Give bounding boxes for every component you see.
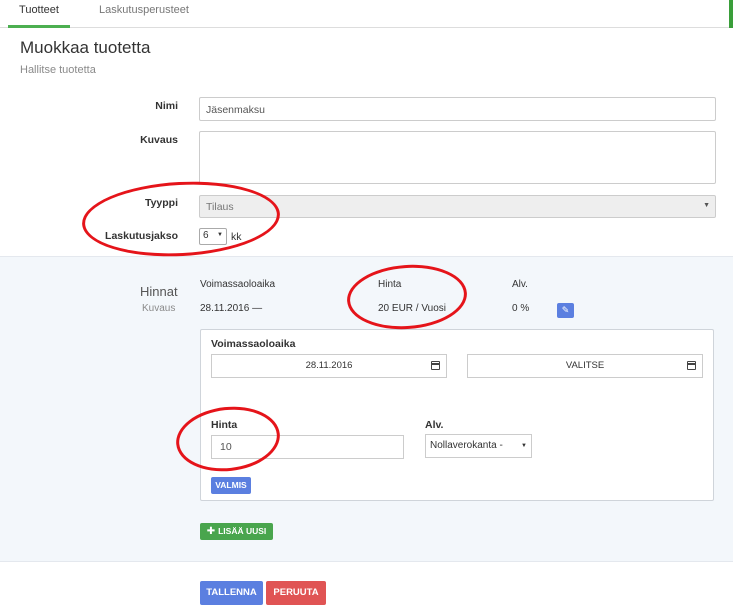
cancel-button[interactable]: PERUUTA bbox=[266, 581, 326, 605]
kuvaus-label: Kuvaus bbox=[140, 134, 178, 146]
price-row-vat: 0 % bbox=[512, 303, 530, 314]
chevron-down-icon: ▼ bbox=[217, 232, 223, 238]
save-button[interactable]: TALLENNA bbox=[200, 581, 263, 605]
tab-laskutusperusteet[interactable]: Laskutusperusteet bbox=[88, 0, 200, 28]
chevron-down-icon: ▼ bbox=[703, 202, 710, 209]
price-input[interactable]: 10 bbox=[211, 435, 404, 459]
start-date-value: 28.11.2016 bbox=[305, 360, 353, 371]
tab-bar: Tuotteet Laskutusperusteet bbox=[0, 0, 733, 28]
col-validity: Voimassaoloaika bbox=[200, 279, 276, 290]
annotation-circle-type bbox=[80, 176, 282, 262]
laskutusjakso-value: 6 bbox=[203, 230, 209, 241]
vat-select[interactable]: Nollaverokanta - ▼ bbox=[425, 434, 532, 458]
tyyppi-select[interactable]: Tilaus ▼ bbox=[199, 195, 716, 218]
chevron-down-icon: ▼ bbox=[521, 443, 527, 449]
edit-price-button[interactable]: ✎ bbox=[557, 303, 574, 318]
plus-icon: ✚ bbox=[206, 526, 216, 537]
col-vat: Alv. bbox=[512, 279, 528, 290]
calendar-icon[interactable] bbox=[687, 361, 696, 370]
edit-icon: ✎ bbox=[561, 305, 570, 315]
page-title: Muokkaa tuotetta bbox=[20, 38, 151, 57]
nimi-label: Nimi bbox=[155, 100, 178, 112]
prices-subtitle: Kuvaus bbox=[142, 303, 176, 314]
price-row-validity: 28.11.2016 — bbox=[200, 303, 263, 314]
laskutusjakso-label: Laskutusjakso bbox=[105, 230, 178, 242]
end-date-input[interactable]: VALITSE bbox=[467, 354, 703, 378]
done-button[interactable]: VALMIS bbox=[211, 477, 251, 494]
tab-tuotteet[interactable]: Tuotteet bbox=[8, 0, 70, 28]
accent-bar bbox=[729, 0, 733, 28]
editor-price-label: Hinta bbox=[211, 419, 238, 431]
editor-vat-label: Alv. bbox=[425, 419, 444, 431]
end-date-value: VALITSE bbox=[565, 360, 605, 371]
calendar-icon[interactable] bbox=[431, 361, 440, 370]
nimi-input[interactable]: Jäsenmaksu bbox=[199, 97, 716, 121]
prices-title: Hinnat bbox=[140, 284, 178, 299]
kuvaus-textarea[interactable] bbox=[199, 131, 716, 184]
laskutusjakso-unit: kk bbox=[231, 231, 242, 243]
add-price-label: LISÄÄ UUSI bbox=[218, 526, 267, 536]
vat-select-value: Nollaverokanta - bbox=[430, 440, 503, 451]
add-price-button[interactable]: ✚ LISÄÄ UUSI bbox=[200, 523, 273, 540]
start-date-input[interactable]: 28.11.2016 bbox=[211, 354, 447, 378]
editor-validity-label: Voimassaoloaika bbox=[211, 338, 296, 350]
laskutusjakso-select[interactable]: 6 ▼ bbox=[199, 228, 227, 245]
tyyppi-value: Tilaus bbox=[206, 201, 234, 213]
tyyppi-label: Tyyppi bbox=[144, 197, 178, 209]
page-subtitle: Hallitse tuotetta bbox=[20, 64, 96, 76]
price-row-price: 20 EUR / Vuosi bbox=[378, 303, 446, 314]
col-price: Hinta bbox=[378, 279, 402, 290]
